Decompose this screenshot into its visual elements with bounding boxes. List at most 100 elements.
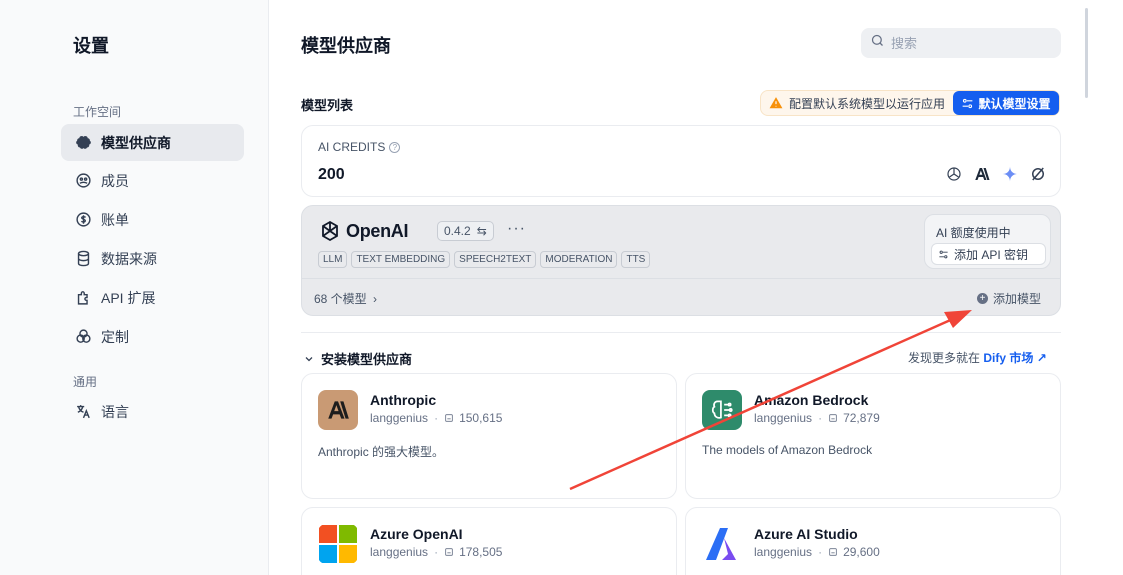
default-model-settings-button[interactable]: 默认模型设置 (953, 91, 1059, 115)
provider-downloads: 150,615 (459, 411, 503, 425)
warning-text: 配置默认系统模型以运行应用 (789, 96, 946, 111)
provider-meta: langgenius · 29,600 (754, 545, 880, 559)
default-model-settings-label: 默认模型设置 (978, 96, 1051, 111)
sidebar-item-data-source[interactable]: 数据来源 (61, 240, 244, 277)
meta-separator: · (818, 545, 823, 559)
search-icon (870, 33, 885, 53)
main-content: 模型供应商 模型列表 配置默认系统模型以运行应用 默认模型设置 AI CREDI… (269, 0, 1123, 575)
download-icon (445, 414, 453, 422)
group-label-general: 通用 (73, 375, 98, 389)
tag-tts: TTS (621, 251, 651, 268)
sidebar-item-billing[interactable]: 账单 (61, 201, 244, 238)
meta-separator: · (818, 411, 823, 425)
provider-downloads: 72,879 (843, 411, 880, 425)
add-model-button[interactable]: + 添加模型 (976, 290, 1041, 307)
sidebar-item-label: 定制 (101, 328, 129, 345)
add-api-key-button[interactable]: 添加 API 密钥 (931, 243, 1046, 265)
provider-card-azure-openai[interactable]: Azure OpenAI langgenius · 178,505 (301, 507, 677, 575)
sidebar-item-model-provider[interactable]: 模型供应商 (61, 124, 244, 161)
ai-credits-label: AI CREDITS (318, 140, 386, 154)
database-icon (74, 250, 92, 268)
anthropic-logo-icon (318, 390, 358, 430)
sidebar-item-label: 数据来源 (101, 250, 157, 267)
provider-author: langgenius (754, 545, 813, 559)
provider-author: langgenius (754, 411, 813, 425)
tag-text-embedding: TEXT EMBEDDING (351, 251, 451, 268)
search-box[interactable] (861, 28, 1061, 58)
install-providers-toggle[interactable]: 安装模型供应商 (303, 349, 412, 368)
gemini-logo-icon (1000, 164, 1020, 184)
sidebar-item-label: 账单 (101, 211, 129, 228)
meta-separator: · (434, 411, 439, 425)
install-providers-title: 安装模型供应商 (321, 352, 413, 367)
page-title: 模型供应商 (301, 36, 391, 56)
openai-provider-card: OpenAI 0.4.2 ⇆ ··· LLM TEXT EMBEDDING SP… (301, 205, 1061, 316)
anthropic-logo-icon (972, 164, 992, 184)
sidebar-item-members[interactable]: 成员 (61, 162, 244, 199)
provider-downloads: 178,505 (459, 545, 503, 559)
openai-logo-icon (322, 220, 338, 242)
add-api-key-label: 添加 API 密钥 (954, 247, 1029, 262)
ai-credits-value: 200 (318, 166, 345, 183)
model-count-text: 68 个模型 (314, 292, 367, 306)
provider-author: langgenius (370, 411, 429, 425)
tag-speech2text: SPEECH2TEXT (454, 251, 537, 268)
meta-separator: · (434, 545, 439, 559)
provider-meta: langgenius · 150,615 (370, 411, 502, 425)
settings-sidebar: 设置 工作空间 模型供应商 成员 账单 数据来源 API 扩展 定制 通用 语言 (0, 0, 269, 575)
sidebar-item-label: 模型供应商 (101, 134, 171, 151)
discover-marketplace: 发现更多就在 Dify 市场 ↗ (908, 349, 1047, 366)
sidebar-title: 设置 (73, 36, 109, 56)
provider-card-amazon-bedrock[interactable]: Amazon Bedrock langgenius · 72,879 The m… (685, 373, 1061, 499)
puzzle-icon (74, 289, 92, 307)
grok-logo-icon (1028, 164, 1048, 184)
quota-status: AI 额度使用中 (936, 226, 1011, 240)
sidebar-item-language[interactable]: 语言 (61, 393, 244, 430)
provider-description: The models of Amazon Bedrock (702, 443, 873, 457)
help-icon[interactable]: ? (389, 141, 401, 153)
microsoft-logo-icon (318, 524, 358, 564)
add-model-label: 添加模型 (992, 292, 1041, 306)
sidebar-item-label: API 扩展 (101, 289, 156, 306)
version-text: 0.4.2 (444, 224, 471, 238)
version-badge[interactable]: 0.4.2 ⇆ (437, 221, 494, 241)
ai-credits-card: AI CREDITS ? 200 (301, 125, 1061, 197)
download-icon (445, 548, 453, 556)
chevron-down-icon (305, 356, 313, 361)
provider-author: langgenius (370, 545, 429, 559)
openai-logo-icon (944, 164, 964, 184)
translate-icon (74, 403, 92, 421)
sidebar-item-customize[interactable]: 定制 (61, 318, 244, 355)
switch-version-icon: ⇆ (476, 224, 487, 238)
download-icon (829, 414, 837, 422)
provider-name: OpenAI (346, 220, 409, 241)
sidebar-item-api-extension[interactable]: API 扩展 (61, 279, 244, 316)
tag-moderation: MODERATION (540, 251, 618, 268)
settings-sliders-icon (963, 98, 973, 108)
quota-panel: AI 额度使用中 添加 API 密钥 (924, 214, 1051, 269)
scrollbar[interactable] (1085, 8, 1088, 98)
provider-downloads: 29,600 (843, 545, 880, 559)
group-label-workspace: 工作空间 (73, 105, 122, 119)
card-divider (302, 278, 1060, 279)
provider-card-anthropic[interactable]: Anthropic langgenius · 150,615 Anthropic… (301, 373, 677, 499)
tag-llm: LLM (318, 251, 348, 268)
provider-name: Amazon Bedrock (754, 392, 869, 408)
sidebar-item-label: 语言 (101, 403, 129, 420)
provider-name: Azure AI Studio (754, 526, 858, 542)
brain-icon (74, 134, 92, 152)
dify-marketplace-link[interactable]: Dify 市场 ↗ (983, 351, 1046, 365)
ai-credits-label-row: AI CREDITS ? (318, 140, 401, 154)
azure-logo-icon (702, 524, 742, 564)
plus-circle-icon: + (976, 293, 988, 304)
provider-card-azure-ai-studio[interactable]: Azure AI Studio langgenius · 29,600 (685, 507, 1061, 575)
capability-tags: LLM TEXT EMBEDDING SPEECH2TEXT MODERATIO… (318, 251, 651, 268)
divider (301, 332, 1061, 333)
model-count-link[interactable]: 68 个模型 › (314, 290, 377, 307)
provider-name: Azure OpenAI (370, 526, 463, 542)
search-input[interactable] (891, 35, 1051, 51)
settings-sliders-icon (939, 250, 948, 258)
model-list-label: 模型列表 (301, 98, 354, 113)
more-options-icon[interactable]: ··· (507, 220, 526, 238)
dollar-icon (74, 211, 92, 229)
